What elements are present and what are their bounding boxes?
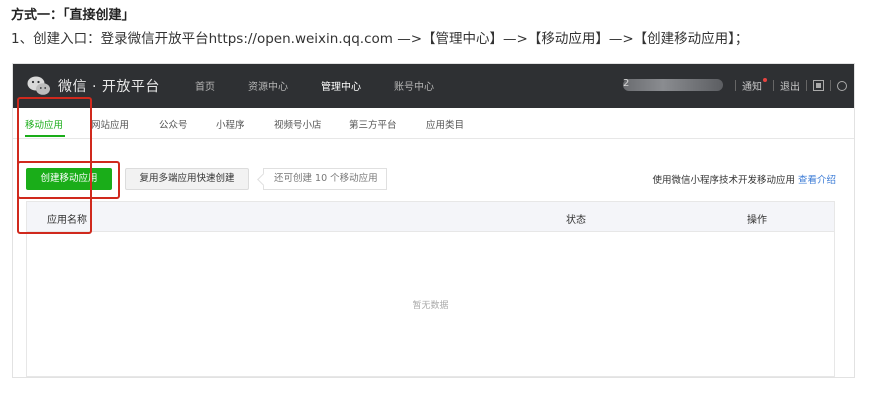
nav-account[interactable]: 账号中心 xyxy=(394,78,434,93)
tab-channels-shop[interactable]: 视频号小店 xyxy=(274,117,322,131)
tab-third-party[interactable]: 第三方平台 xyxy=(349,117,397,131)
top-nav: 首页 资源中心 管理中心 账号中心 xyxy=(195,78,467,93)
mini-program-hint: 使用微信小程序技术开发移动应用 查看介绍 xyxy=(652,172,836,186)
nav-home[interactable]: 首页 xyxy=(195,78,215,93)
divider xyxy=(830,80,831,91)
table-header: 应用名称 状态 操作 xyxy=(27,202,834,232)
tab-mobile-app[interactable]: 移动应用 xyxy=(25,117,63,131)
column-actions: 操作 xyxy=(747,215,767,226)
divider xyxy=(773,80,774,91)
embedded-screenshot: 微信 · 开放平台 首页 资源中心 管理中心 账号中心 2 通知 退出 移动应用… xyxy=(12,63,855,378)
tab-app-category[interactable]: 应用类目 xyxy=(426,117,464,131)
nav-resources[interactable]: 资源中心 xyxy=(248,78,288,93)
divider xyxy=(735,80,736,91)
account-name-blurred xyxy=(623,79,723,91)
app-table: 应用名称 状态 操作 暂无数据 xyxy=(26,201,835,377)
hint-text: 使用微信小程序技术开发移动应用 xyxy=(652,175,795,186)
divider xyxy=(806,80,807,91)
notify-link[interactable]: 通知 xyxy=(742,78,767,93)
active-tab-indicator xyxy=(25,135,65,137)
top-navbar: 微信 · 开放平台 首页 资源中心 管理中心 账号中心 2 通知 退出 xyxy=(13,64,854,108)
platform-brand[interactable]: 微信 · 开放平台 xyxy=(58,76,160,96)
top-right-actions: 通知 退出 xyxy=(729,78,847,93)
account-name-prefix: 2 xyxy=(623,78,630,89)
step-instruction: 1、创建入口：登录微信开放平台https://open.weixin.qq.co… xyxy=(11,31,749,47)
nav-management[interactable]: 管理中心 xyxy=(321,78,361,93)
method-heading: 方式一：「直接创建」 xyxy=(11,8,135,23)
notify-label: 通知 xyxy=(742,82,762,93)
wechat-logo-icon xyxy=(27,76,50,95)
column-app-name: 应用名称 xyxy=(47,215,87,226)
reuse-multi-app-button[interactable]: 复用多端应用快速创建 xyxy=(125,168,249,190)
document: 方式一：「直接创建」 1、创建入口：登录微信开放平台https://open.w… xyxy=(0,0,891,401)
tab-official-account[interactable]: 公众号 xyxy=(159,117,188,131)
sub-tabs: 移动应用 网站应用 公众号 小程序 视频号小店 第三方平台 应用类目 xyxy=(13,108,854,139)
notify-badge-icon xyxy=(763,78,767,82)
empty-state: 暂无数据 xyxy=(412,301,449,311)
tab-website-app[interactable]: 网站应用 xyxy=(91,117,129,131)
quota-tip: 还可创建 10 个移动应用 xyxy=(263,168,387,190)
column-status: 状态 xyxy=(566,215,586,226)
view-intro-link[interactable]: 查看介绍 xyxy=(798,175,836,186)
tab-mini-program[interactable]: 小程序 xyxy=(216,117,245,131)
qrcode-icon[interactable] xyxy=(813,80,824,91)
logout-link[interactable]: 退出 xyxy=(780,78,800,93)
create-mobile-app-button[interactable]: 创建移动应用 xyxy=(26,168,112,190)
settings-icon[interactable] xyxy=(837,80,847,91)
